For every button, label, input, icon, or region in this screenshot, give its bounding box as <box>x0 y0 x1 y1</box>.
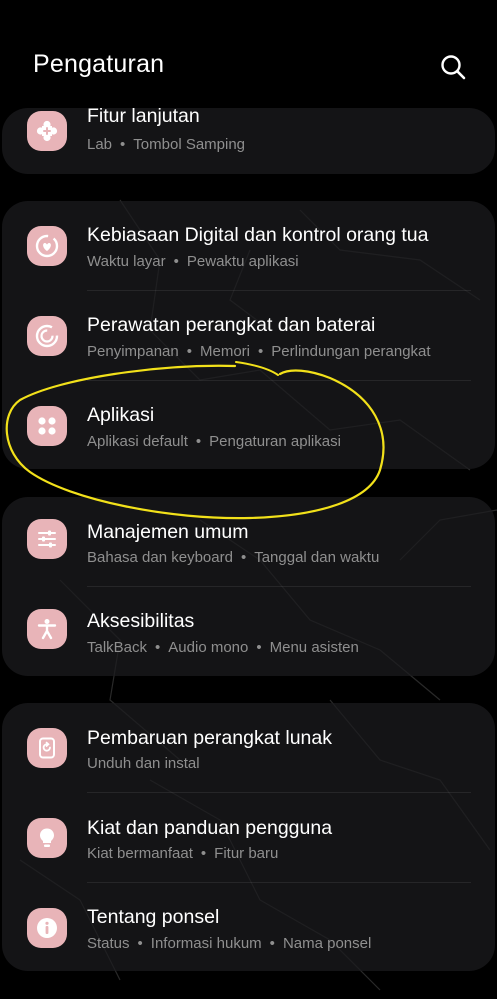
item-subtitle: Waktu layar • Pewaktu aplikasi <box>87 253 299 270</box>
separator-dot: • <box>200 845 207 862</box>
item-title: Perawatan perangkat dan baterai <box>87 314 376 336</box>
subtitle-part: Unduh dan instal <box>87 755 200 772</box>
item-title: Kiat dan panduan pengguna <box>87 817 333 839</box>
settings-item-accessibility[interactable]: Aksesibilitas TalkBack • Audio mono • Menu a… <box>2 587 495 676</box>
settings-item-about-phone[interactable]: Tentang ponsel Status • Informasi hukum • Na… <box>2 883 495 971</box>
subtitle-part: Penyimpanan <box>87 343 179 360</box>
item-subtitle: Bahasa dan keyboard • Tanggal dan waktu <box>87 549 379 566</box>
item-subtitle: Aplikasi default • Pengaturan aplikasi <box>87 433 341 450</box>
item-subtitle: Status • Informasi hukum • Nama ponsel <box>87 935 371 952</box>
subtitle-part: Bahasa dan keyboard <box>87 549 233 566</box>
subtitle-part: Pengaturan aplikasi <box>209 433 341 450</box>
subtitle-part: Kiat bermanfaat <box>87 845 193 862</box>
item-title: Fitur lanjutan <box>87 108 200 127</box>
item-subtitle: Unduh dan instal <box>87 755 200 772</box>
subtitle-part: Informasi hukum <box>150 935 262 952</box>
item-subtitle: Penyimpanan • Memori • Perlindungan perangka… <box>87 343 431 360</box>
item-title: Tentang ponsel <box>87 906 220 928</box>
subtitle-part: Memori <box>200 343 251 360</box>
sliders-icon <box>27 519 67 559</box>
settings-item-device-care[interactable]: Perawatan perangkat dan baterai Penyimpa… <box>2 291 495 381</box>
separator-dot: • <box>173 253 179 270</box>
subtitle-part: Aplikasi default <box>87 433 188 450</box>
separator-dot: • <box>137 935 143 952</box>
settings-group-3: Pembaruan perangkat lunak Unduh dan inst… <box>2 703 495 971</box>
settings-item-apps[interactable]: Aplikasi Aplikasi default • Pengaturan apl… <box>2 381 495 469</box>
header: Pengaturan <box>0 0 497 110</box>
item-subtitle: TalkBack • Audio mono • Menu asisten <box>87 639 359 656</box>
separator-dot: • <box>155 639 161 656</box>
separator-dot: • <box>256 639 262 656</box>
search-button[interactable] <box>436 50 470 84</box>
subtitle-part: Fitur baru <box>214 845 279 862</box>
subtitle-part: Perlindungan perangkat <box>271 343 431 360</box>
subtitle-part: Tanggal dan waktu <box>254 549 380 566</box>
item-subtitle: Kiat bermanfaat • Fitur baru <box>87 845 278 862</box>
settings-group-1: Kebiasaan Digital dan kontrol orang tua … <box>2 201 495 469</box>
search-icon <box>441 55 466 80</box>
separator-dot: • <box>269 935 275 952</box>
subtitle-part: Waktu layar <box>87 253 166 270</box>
settings-item-tips[interactable]: Kiat dan panduan pengguna Kiat bermanfaa… <box>2 793 495 883</box>
subtitle-part: Status <box>87 935 130 952</box>
item-title: Manajemen umum <box>87 521 249 543</box>
settings-item-software-update[interactable]: Pembaruan perangkat lunak Unduh dan inst… <box>2 703 495 793</box>
settings-item-general-management[interactable]: Manajemen umum Bahasa dan keyboard • Tangg… <box>2 497 495 587</box>
subtitle-part: Audio mono <box>168 639 249 656</box>
separator-dot: • <box>186 343 192 360</box>
settings-group-advanced: Fitur lanjutan Lab • Tombol Samping <box>2 108 495 174</box>
lightbulb-icon <box>27 818 67 858</box>
info-icon <box>27 908 67 948</box>
advanced-features-icon <box>27 111 67 151</box>
separator-dot: • <box>195 433 202 450</box>
subtitle-part: Tombol Samping <box>133 136 246 153</box>
item-subtitle: Lab • Tombol Samping <box>87 136 245 153</box>
separator-dot: • <box>120 136 126 153</box>
settings-item-advanced-features[interactable]: Fitur lanjutan Lab • Tombol Samping <box>2 108 495 174</box>
software-update-icon <box>27 728 67 768</box>
settings-group-2: Manajemen umum Bahasa dan keyboard • Tangg… <box>2 497 495 676</box>
subtitle-part: Lab <box>87 136 113 153</box>
subtitle-part: Menu asisten <box>269 639 359 656</box>
item-title: Aplikasi <box>87 404 155 426</box>
device-care-icon <box>27 316 67 356</box>
separator-dot: • <box>258 343 264 360</box>
page-title: Pengaturan <box>33 50 165 78</box>
separator-dot: • <box>240 549 247 566</box>
subtitle-part: Nama ponsel <box>282 935 372 952</box>
subtitle-part: TalkBack <box>87 639 148 656</box>
subtitle-part: Pewaktu aplikasi <box>186 253 299 270</box>
digital-wellbeing-icon <box>27 226 67 266</box>
settings-item-digital-wellbeing[interactable]: Kebiasaan Digital dan kontrol orang tua … <box>2 201 495 291</box>
apps-icon <box>27 406 67 446</box>
item-title: Aksesibilitas <box>87 610 195 632</box>
item-title: Pembaruan perangkat lunak <box>87 727 332 749</box>
item-title: Kebiasaan Digital dan kontrol orang tua <box>87 224 429 246</box>
accessibility-icon <box>27 609 67 649</box>
